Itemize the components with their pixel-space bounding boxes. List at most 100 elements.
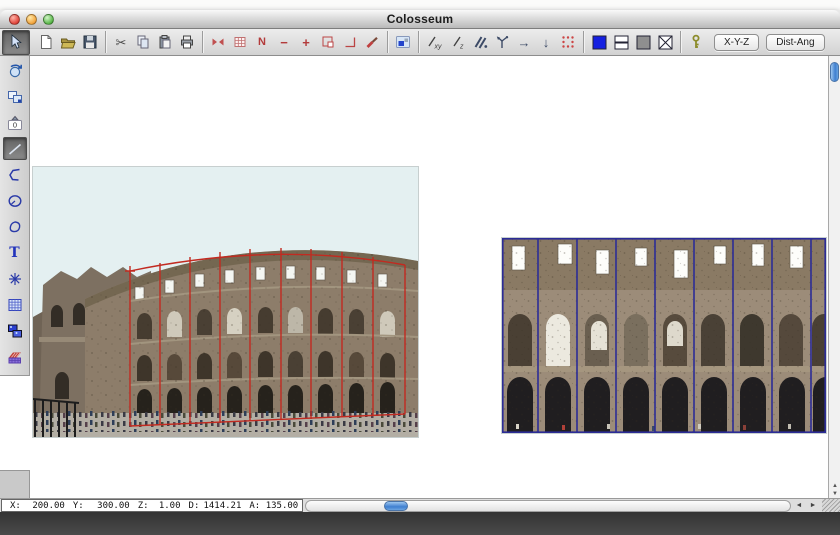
minus-button[interactable]: − <box>273 31 295 54</box>
cross-square-icon <box>657 34 674 51</box>
n-mode-button[interactable]: N <box>251 31 273 54</box>
dist-ang-button[interactable]: Dist-Ang <box>766 34 824 51</box>
app-window: Colosseum <box>0 10 840 512</box>
desktop-bottom-strip <box>0 512 840 535</box>
mirror-icon <box>210 34 226 50</box>
open-curve-tool[interactable] <box>3 163 27 186</box>
minus-icon: − <box>280 36 288 49</box>
svg-text:xy: xy <box>434 44 443 51</box>
svg-text:z: z <box>459 44 464 51</box>
n-icon: N <box>258 37 266 48</box>
desktop-top-strip <box>0 0 840 10</box>
gray-square-button[interactable] <box>632 31 654 54</box>
drawing-canvas[interactable] <box>30 56 828 498</box>
scroll-up-arrow[interactable]: ▲ <box>829 482 840 490</box>
title-bar[interactable]: Colosseum <box>0 10 840 29</box>
svg-text:0: 0 <box>12 120 16 129</box>
horizontal-scrollbar[interactable] <box>305 500 791 512</box>
line-tool[interactable] <box>3 137 27 160</box>
slash-xy-icon: xy <box>426 34 444 50</box>
grid-table-icon <box>7 297 23 313</box>
split-square-button[interactable] <box>610 31 632 54</box>
toolbar: ✂ <box>0 29 840 56</box>
perpendicular-button[interactable] <box>339 31 361 54</box>
arrow-down-button[interactable]: ↓ <box>535 31 557 54</box>
star-tool[interactable] <box>3 267 27 290</box>
toolbar-divider <box>418 31 419 53</box>
ellipse-icon <box>7 193 23 209</box>
grid-icon <box>232 34 248 50</box>
mesh-surface-icon <box>7 349 23 365</box>
toolbar-divider <box>680 31 681 53</box>
save-file-button[interactable] <box>79 31 101 54</box>
gray-square-icon <box>635 34 652 51</box>
d-value: 1414.21 <box>199 501 241 511</box>
mirror-button[interactable] <box>207 31 229 54</box>
y-label: Y: <box>73 501 84 511</box>
image-pair-tool[interactable] <box>3 319 27 342</box>
corner-square-button[interactable] <box>317 31 339 54</box>
zoom-rotate-icon <box>7 63 23 79</box>
cut-button[interactable]: ✂ <box>110 31 132 54</box>
parallel-lines-button[interactable] <box>469 31 491 54</box>
blue-square-icon <box>591 34 608 51</box>
scroll-down-arrow[interactable]: ▼ <box>829 490 840 498</box>
plus-button[interactable]: + <box>295 31 317 54</box>
vertical-scrollbar[interactable]: ▲ ▼ <box>828 56 840 498</box>
copy-button[interactable] <box>132 31 154 54</box>
select-tool-button[interactable] <box>2 30 30 55</box>
scroll-right-arrow[interactable]: ► <box>806 500 820 512</box>
new-file-button[interactable] <box>35 31 57 54</box>
plus-icon: + <box>302 36 310 49</box>
open-file-button[interactable] <box>57 31 79 54</box>
blue-square-button[interactable] <box>588 31 610 54</box>
a-label: A: <box>249 501 260 511</box>
print-button[interactable] <box>176 31 198 54</box>
resize-grip[interactable] <box>822 499 840 513</box>
dot-grid-icon <box>560 34 576 50</box>
duplicate-view-icon <box>7 89 23 105</box>
tool-sidebar: 0 <box>0 56 30 376</box>
colosseum-photo-annotated[interactable] <box>33 167 418 437</box>
axes-button[interactable] <box>491 31 513 54</box>
duplicate-view-tool[interactable] <box>3 85 27 108</box>
image-window-icon <box>395 34 411 50</box>
image-window-button[interactable] <box>392 31 414 54</box>
axes-icon <box>494 34 510 50</box>
cursor-arrow-icon <box>8 34 24 50</box>
arrow-right-button[interactable]: → <box>513 31 535 54</box>
cross-square-button[interactable] <box>654 31 676 54</box>
toolbar-divider <box>105 31 106 53</box>
text-tool-icon: T <box>9 246 19 260</box>
horizontal-scroll-arrows: ◄ ► <box>792 500 820 512</box>
colosseum-rectified-detail[interactable] <box>502 238 826 433</box>
toolbar-divider <box>583 31 584 53</box>
slash-xy-button[interactable]: xy <box>423 31 447 54</box>
coordinate-readout: X: 200.00 Y: 300.00 Z: 1.00 D: 1414.21 A… <box>1 499 303 512</box>
closed-curve-tool[interactable] <box>3 215 27 238</box>
slash-z-button[interactable]: z <box>447 31 469 54</box>
layer-stepper[interactable]: 0 <box>3 111 27 134</box>
slash-z-icon: z <box>450 34 466 50</box>
grid-table-tool[interactable] <box>3 293 27 316</box>
paste-button[interactable] <box>154 31 176 54</box>
dot-grid-button[interactable] <box>557 31 579 54</box>
parallel-lines-icon <box>472 34 488 50</box>
brush-button[interactable] <box>361 31 383 54</box>
screen: Colosseum <box>0 0 840 535</box>
zoom-rotate-tool[interactable] <box>3 59 27 82</box>
help-key-button[interactable] <box>685 31 707 54</box>
calibration-grid-button[interactable] <box>229 31 251 54</box>
xyz-button[interactable]: X-Y-Z <box>714 34 759 51</box>
brush-icon <box>364 34 380 50</box>
horizontal-scroll-thumb[interactable] <box>384 501 408 511</box>
x-value: 200.00 <box>21 501 65 511</box>
ellipse-tool[interactable] <box>3 189 27 212</box>
d-label: D: <box>189 501 200 511</box>
vertical-scroll-thumb[interactable] <box>830 62 839 82</box>
window-body: 0 <box>0 56 840 498</box>
text-tool[interactable]: T <box>3 241 27 264</box>
scroll-left-arrow[interactable]: ◄ <box>792 500 806 512</box>
toolbar-divider <box>202 31 203 53</box>
mesh-surface-tool[interactable] <box>3 345 27 368</box>
